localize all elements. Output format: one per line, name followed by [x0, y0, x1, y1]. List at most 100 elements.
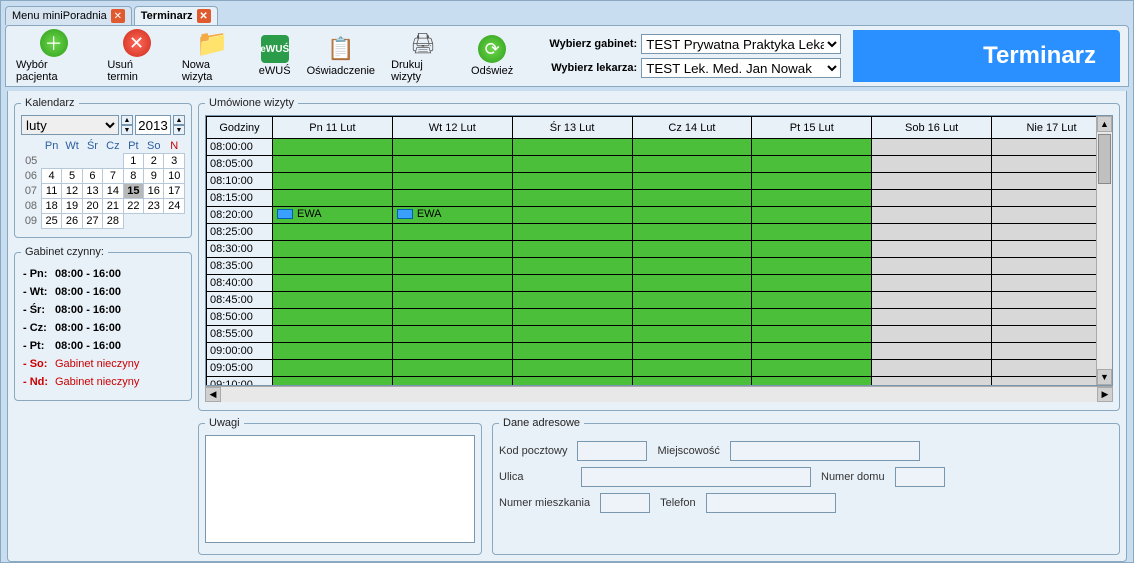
schedule-cell[interactable]	[992, 309, 1112, 326]
schedule-cell[interactable]	[752, 207, 872, 224]
schedule-cell[interactable]	[752, 258, 872, 275]
calendar-day[interactable]: 8	[123, 169, 143, 184]
schedule-cell[interactable]	[512, 139, 632, 156]
schedule-cell[interactable]	[273, 190, 393, 207]
schedule-cell[interactable]	[752, 377, 872, 387]
calendar-day[interactable]: 23	[144, 199, 164, 214]
print-visits-button[interactable]: 🖨 Drukuj wizyty	[389, 27, 457, 85]
calendar-day[interactable]: 5	[62, 169, 82, 184]
new-visit-button[interactable]: 📁 Nowa wizyta	[180, 27, 245, 85]
schedule-cell[interactable]: EWA	[392, 207, 512, 224]
schedule-cell[interactable]	[392, 326, 512, 343]
calendar-day[interactable]: 12	[62, 184, 82, 199]
scroll-thumb[interactable]	[1098, 134, 1111, 184]
schedule-cell[interactable]	[872, 139, 992, 156]
schedule-cell[interactable]	[632, 377, 752, 387]
schedule-cell[interactable]	[632, 309, 752, 326]
schedule-cell[interactable]	[273, 241, 393, 258]
appointment[interactable]: EWA	[273, 208, 322, 220]
calendar-day[interactable]: 15	[123, 184, 143, 199]
year-down-button[interactable]: ▼	[173, 125, 185, 135]
schedule-cell[interactable]	[632, 190, 752, 207]
street-input[interactable]	[581, 467, 811, 487]
schedule-cell[interactable]	[872, 360, 992, 377]
schedule-cell[interactable]	[392, 360, 512, 377]
scroll-right-icon[interactable]: ▶	[1097, 387, 1113, 402]
schedule-cell[interactable]	[992, 377, 1112, 387]
schedule-cell[interactable]	[752, 190, 872, 207]
calendar-day[interactable]: 28	[103, 214, 123, 229]
schedule-cell[interactable]	[992, 139, 1112, 156]
schedule-cell[interactable]	[872, 207, 992, 224]
calendar-day[interactable]: 2	[144, 154, 164, 169]
select-gabinet[interactable]: TEST Prywatna Praktyka Lekars...	[641, 34, 841, 54]
schedule-cell[interactable]	[392, 343, 512, 360]
schedule-cell[interactable]	[872, 309, 992, 326]
schedule-cell[interactable]	[273, 343, 393, 360]
calendar-day[interactable]: 1	[123, 154, 143, 169]
schedule-cell[interactable]	[273, 360, 393, 377]
schedule-cell[interactable]: EWA	[273, 207, 393, 224]
schedule-cell[interactable]	[392, 309, 512, 326]
year-up-button[interactable]: ▲	[173, 115, 185, 125]
schedule-grid[interactable]: GodzinyPn 11 LutWt 12 LutŚr 13 LutCz 14 …	[205, 115, 1113, 386]
house-input[interactable]	[895, 467, 945, 487]
schedule-cell[interactable]	[992, 241, 1112, 258]
schedule-cell[interactable]	[992, 343, 1112, 360]
calendar-day[interactable]: 17	[164, 184, 185, 199]
scroll-down-icon[interactable]: ▼	[1097, 369, 1112, 385]
schedule-cell[interactable]	[992, 190, 1112, 207]
tab-terminarz[interactable]: Terminarz ✕	[134, 6, 218, 25]
notes-textarea[interactable]	[205, 435, 475, 543]
scroll-left-icon[interactable]: ◀	[205, 387, 221, 402]
schedule-cell[interactable]	[872, 224, 992, 241]
calendar-day[interactable]: 26	[62, 214, 82, 229]
schedule-cell[interactable]	[872, 156, 992, 173]
schedule-cell[interactable]	[632, 207, 752, 224]
schedule-cell[interactable]	[752, 241, 872, 258]
schedule-cell[interactable]	[512, 190, 632, 207]
choose-patient-button[interactable]: ＋ Wybór pacjenta	[14, 27, 93, 85]
delete-term-button[interactable]: ✕ Usuń termin	[105, 27, 168, 85]
schedule-cell[interactable]	[392, 156, 512, 173]
select-lekarz[interactable]: TEST Lek. Med. Jan Nowak	[641, 58, 841, 78]
schedule-cell[interactable]	[992, 275, 1112, 292]
calendar-day[interactable]: 24	[164, 199, 185, 214]
schedule-cell[interactable]	[992, 224, 1112, 241]
schedule-cell[interactable]	[992, 173, 1112, 190]
schedule-cell[interactable]	[632, 275, 752, 292]
schedule-cell[interactable]	[392, 139, 512, 156]
schedule-cell[interactable]	[512, 326, 632, 343]
schedule-cell[interactable]	[512, 343, 632, 360]
schedule-cell[interactable]	[273, 377, 393, 387]
schedule-cell[interactable]	[392, 241, 512, 258]
flat-input[interactable]	[600, 493, 650, 513]
calendar-day[interactable]: 22	[123, 199, 143, 214]
schedule-cell[interactable]	[992, 292, 1112, 309]
calendar-day[interactable]: 3	[164, 154, 185, 169]
city-input[interactable]	[730, 441, 920, 461]
schedule-cell[interactable]	[512, 258, 632, 275]
schedule-cell[interactable]	[992, 207, 1112, 224]
schedule-cell[interactable]	[872, 377, 992, 387]
year-spinner[interactable]: ▲ ▼	[121, 115, 133, 135]
schedule-cell[interactable]	[872, 173, 992, 190]
schedule-cell[interactable]	[512, 207, 632, 224]
close-icon[interactable]: ✕	[197, 9, 211, 23]
close-icon[interactable]: ✕	[111, 9, 125, 23]
year-up-button[interactable]: ▲	[121, 115, 133, 125]
calendar-day[interactable]: 14	[103, 184, 123, 199]
schedule-cell[interactable]	[872, 258, 992, 275]
schedule-cell[interactable]	[392, 275, 512, 292]
schedule-cell[interactable]	[872, 292, 992, 309]
schedule-cell[interactable]	[752, 275, 872, 292]
schedule-cell[interactable]	[392, 258, 512, 275]
schedule-cell[interactable]	[632, 241, 752, 258]
phone-input[interactable]	[706, 493, 836, 513]
year-input[interactable]	[135, 115, 171, 135]
calendar-day[interactable]: 6	[82, 169, 102, 184]
refresh-button[interactable]: ⟳ Odśwież	[469, 33, 515, 79]
ewus-button[interactable]: eWUŚ eWUŚ	[257, 33, 293, 79]
schedule-cell[interactable]	[752, 292, 872, 309]
vertical-scrollbar[interactable]: ▲ ▼	[1096, 116, 1112, 385]
